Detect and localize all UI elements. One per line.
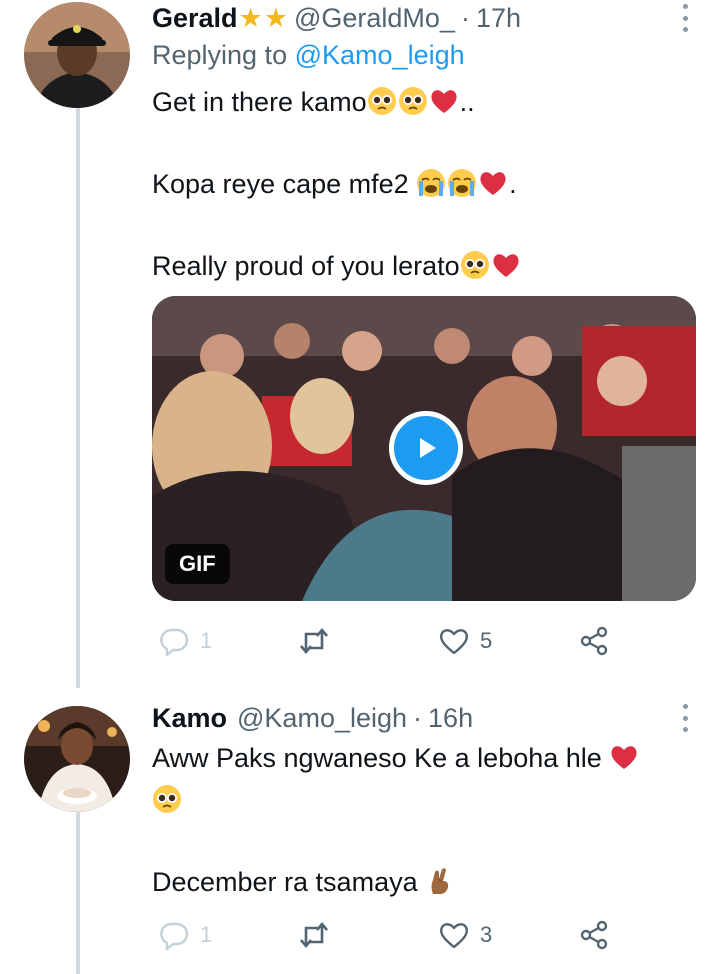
retweet-icon — [300, 627, 328, 655]
tweet-actions: 1 3 — [152, 915, 622, 955]
star-emoji: ★ — [263, 2, 288, 33]
like-button[interactable]: 5 — [438, 621, 492, 661]
red-heart-emoji — [429, 86, 459, 116]
reply-count: 1 — [200, 922, 213, 947]
more-icon[interactable] — [674, 4, 696, 32]
crying-face-emoji — [416, 168, 446, 198]
tweet-text-line: Aww Paks ngwaneso Ke a leboha hle — [152, 740, 696, 776]
thread-connector — [76, 108, 80, 688]
mention-link[interactable]: @Kamo_leigh — [295, 40, 465, 70]
reply-button[interactable]: 1 — [158, 915, 212, 955]
tweet-header: Gerald ★ ★ @GeraldMo_ · 17h — [152, 0, 696, 36]
tweet-text-line: Get in there kamo.. — [152, 84, 696, 120]
tweet-text-line — [152, 782, 696, 818]
display-name[interactable]: Gerald — [152, 3, 238, 34]
share-icon — [580, 626, 608, 656]
like-icon — [440, 629, 468, 655]
reply-button[interactable]: 1 — [158, 621, 212, 661]
tweet-actions: 1 5 — [152, 621, 622, 661]
reply-count: 1 — [200, 628, 213, 653]
play-button[interactable] — [389, 411, 463, 485]
like-button[interactable]: 3 — [438, 915, 492, 955]
replying-to: Replying to @Kamo_leigh — [152, 40, 696, 74]
like-count: 3 — [480, 922, 493, 947]
tweet-text: Really proud of you lerato — [152, 251, 460, 281]
tweet-text: Aww Paks ngwaneso Ke a leboha hle — [152, 743, 610, 773]
separator: · — [460, 2, 470, 33]
pleading-face-emoji — [460, 250, 490, 280]
share-button[interactable] — [578, 621, 610, 661]
retweet-button[interactable] — [298, 915, 330, 955]
pleading-face-emoji — [152, 784, 182, 814]
avatar[interactable] — [24, 2, 130, 108]
tweet-text-line: Kopa reye cape mfe2 . — [152, 166, 696, 202]
red-heart-emoji — [491, 250, 521, 280]
pleading-face-emoji — [367, 86, 397, 116]
thread-connector — [76, 812, 80, 974]
reply-icon — [160, 628, 189, 657]
share-icon — [580, 920, 608, 950]
star-emoji: ★ — [238, 2, 263, 33]
like-icon — [440, 923, 468, 949]
gif-badge: GIF — [165, 544, 230, 584]
replying-to-prefix: Replying to — [152, 40, 288, 70]
tweet-body: Kamo @Kamo_leigh · 16h Aww Paks ngwaneso… — [152, 700, 696, 900]
retweet-icon — [300, 921, 328, 949]
avatar[interactable] — [24, 706, 130, 812]
crossed-fingers-emoji — [425, 866, 455, 896]
share-button[interactable] — [578, 915, 610, 955]
timestamp[interactable]: 16h — [428, 703, 473, 734]
tweet-text-suffix: . — [509, 169, 517, 199]
tweet-text: Kopa reye cape mfe2 — [152, 169, 417, 199]
handle[interactable]: @GeraldMo_ — [294, 3, 455, 34]
tweet-body: Gerald ★ ★ @GeraldMo_ · 17h Replying to … — [152, 0, 696, 284]
tweet-text: December ra tsamaya — [152, 867, 426, 897]
tweet-text: Get in there kamo — [152, 87, 367, 117]
display-name[interactable]: Kamo — [152, 703, 227, 734]
tweet-header: Kamo @Kamo_leigh · 16h — [152, 700, 696, 736]
tweet-text-line: December ra tsamaya — [152, 864, 696, 900]
play-icon — [420, 438, 436, 458]
timestamp[interactable]: 17h — [476, 3, 521, 34]
gif-media[interactable]: GIF — [152, 296, 696, 601]
tweet-text-line: Really proud of you lerato — [152, 248, 696, 284]
like-count: 5 — [480, 628, 493, 653]
separator: · — [413, 702, 423, 733]
crying-face-emoji — [447, 168, 477, 198]
reply-icon — [160, 922, 189, 951]
more-icon[interactable] — [674, 704, 696, 732]
handle[interactable]: @Kamo_leigh — [237, 703, 407, 734]
pleading-face-emoji — [398, 86, 428, 116]
red-heart-emoji — [478, 168, 508, 198]
retweet-button[interactable] — [298, 621, 330, 661]
red-heart-emoji — [609, 742, 639, 772]
tweet-text-suffix: .. — [459, 87, 475, 117]
